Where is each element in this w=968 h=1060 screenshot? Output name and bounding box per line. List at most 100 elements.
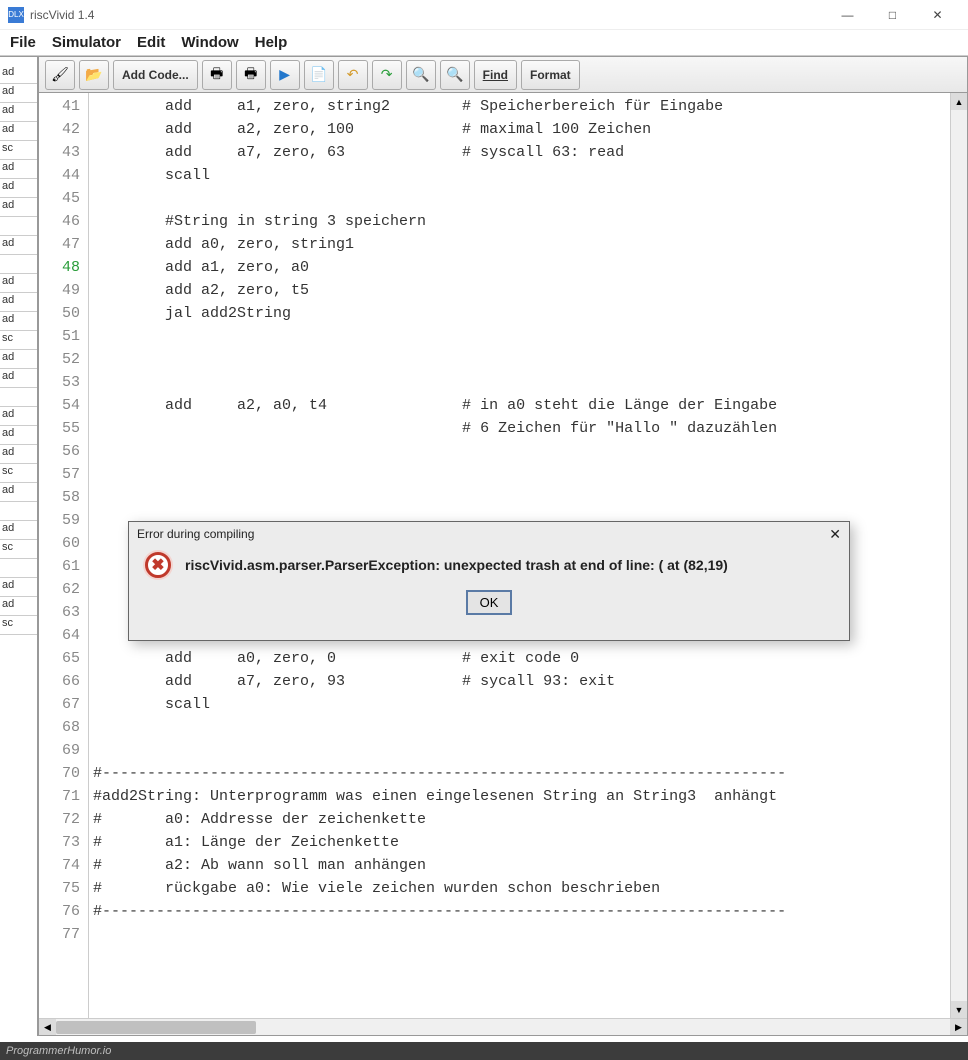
ok-button[interactable]: OK: [466, 590, 513, 615]
scroll-right-icon[interactable]: ▶: [950, 1019, 967, 1035]
side-label: sc: [0, 141, 37, 160]
line-number: 51: [39, 325, 80, 348]
titlebar: DLX riscVivid 1.4 — □ ✕: [0, 0, 968, 30]
find-button[interactable]: Find: [474, 60, 517, 90]
line-number: 43: [39, 141, 80, 164]
line-gutter: 4142434445464748495051525354555657585960…: [39, 93, 89, 1018]
side-label: ad: [0, 350, 37, 369]
redo-icon[interactable]: ↷: [372, 60, 402, 90]
dialog-close-icon[interactable]: ✕: [829, 526, 841, 543]
undo-icon[interactable]: ↶: [338, 60, 368, 90]
side-label: ad: [0, 407, 37, 426]
side-label: ad: [0, 236, 37, 255]
hscroll-thumb[interactable]: [56, 1021, 256, 1034]
line-number: 68: [39, 716, 80, 739]
menu-file[interactable]: File: [10, 34, 36, 51]
side-label: sc: [0, 464, 37, 483]
line-number: 45: [39, 187, 80, 210]
line-number: 49: [39, 279, 80, 302]
line-number: 66: [39, 670, 80, 693]
line-number: 44: [39, 164, 80, 187]
footer-watermark: ProgrammerHumor.io: [0, 1042, 968, 1060]
line-number: 57: [39, 463, 80, 486]
line-number: 70: [39, 762, 80, 785]
side-label: sc: [0, 331, 37, 350]
side-label: ad: [0, 426, 37, 445]
side-label: ad: [0, 274, 37, 293]
line-number: 48: [39, 256, 80, 279]
toolbar: 🖌 📂 Add Code... 🖶 🖶 ▶ 📄 ↶ ↷ 🔍 🔍 Find For…: [39, 57, 967, 93]
menu-window[interactable]: Window: [181, 34, 238, 51]
side-label: ad: [0, 122, 37, 141]
line-number: 77: [39, 923, 80, 946]
print-icon[interactable]: 🖶: [202, 60, 232, 90]
scroll-down-icon[interactable]: ▼: [951, 1001, 967, 1018]
side-label: [0, 255, 37, 274]
line-number: 71: [39, 785, 80, 808]
close-button[interactable]: ✕: [915, 0, 960, 30]
line-number: 63: [39, 601, 80, 624]
side-label: [0, 217, 37, 236]
scroll-up-icon[interactable]: ▲: [951, 93, 967, 110]
line-number: 69: [39, 739, 80, 762]
app-icon: DLX: [8, 7, 24, 23]
print2-icon[interactable]: 🖶: [236, 60, 266, 90]
line-number: 52: [39, 348, 80, 371]
side-label: ad: [0, 483, 37, 502]
line-number: 65: [39, 647, 80, 670]
zoom2-icon[interactable]: 🔍: [440, 60, 470, 90]
line-number: 55: [39, 417, 80, 440]
line-number: 64: [39, 624, 80, 647]
format-button[interactable]: Format: [521, 60, 580, 90]
side-label: sc: [0, 616, 37, 635]
minimize-button[interactable]: —: [825, 0, 870, 30]
dialog-message: riscVivid.asm.parser.ParserException: un…: [185, 557, 728, 573]
line-number: 73: [39, 831, 80, 854]
zoom-icon[interactable]: 🔍: [406, 60, 436, 90]
line-number: 54: [39, 394, 80, 417]
menu-edit[interactable]: Edit: [137, 34, 165, 51]
side-label: ad: [0, 103, 37, 122]
side-label: [0, 388, 37, 407]
line-number: 60: [39, 532, 80, 555]
open-icon[interactable]: 📂: [79, 60, 109, 90]
menu-simulator[interactable]: Simulator: [52, 34, 121, 51]
side-label: ad: [0, 65, 37, 84]
workspace: adadadadscadadadadadadadscadadadadadscad…: [0, 56, 968, 1036]
line-number: 58: [39, 486, 80, 509]
line-number: 47: [39, 233, 80, 256]
brush-icon[interactable]: 🖌: [45, 60, 75, 90]
side-label: ad: [0, 198, 37, 217]
line-number: 75: [39, 877, 80, 900]
side-label: [0, 502, 37, 521]
side-label: sc: [0, 540, 37, 559]
horizontal-scrollbar[interactable]: ◀ ▶: [39, 1018, 967, 1035]
line-number: 74: [39, 854, 80, 877]
side-label: ad: [0, 369, 37, 388]
dialog-title: Error during compiling: [137, 527, 254, 541]
side-label: ad: [0, 160, 37, 179]
line-number: 50: [39, 302, 80, 325]
error-dialog: Error during compiling ✕ ✖ riscVivid.asm…: [128, 521, 850, 641]
menu-help[interactable]: Help: [255, 34, 288, 51]
line-number: 59: [39, 509, 80, 532]
maximize-button[interactable]: □: [870, 0, 915, 30]
line-number: 46: [39, 210, 80, 233]
line-number: 41: [39, 95, 80, 118]
side-label: ad: [0, 521, 37, 540]
side-label: ad: [0, 293, 37, 312]
vertical-scrollbar[interactable]: ▲ ▼: [950, 93, 967, 1018]
line-number: 76: [39, 900, 80, 923]
add-code-button[interactable]: Add Code...: [113, 60, 198, 90]
side-label: ad: [0, 312, 37, 331]
line-number: 61: [39, 555, 80, 578]
copy-icon[interactable]: 📄: [304, 60, 334, 90]
menubar: File Simulator Edit Window Help: [0, 30, 968, 56]
run-icon[interactable]: ▶: [270, 60, 300, 90]
line-number: 62: [39, 578, 80, 601]
error-icon: ✖: [145, 552, 171, 578]
side-label: [0, 559, 37, 578]
line-number: 53: [39, 371, 80, 394]
sidebar: adadadadscadadadadadadadscadadadadadscad…: [0, 56, 38, 1036]
scroll-left-icon[interactable]: ◀: [39, 1019, 56, 1035]
